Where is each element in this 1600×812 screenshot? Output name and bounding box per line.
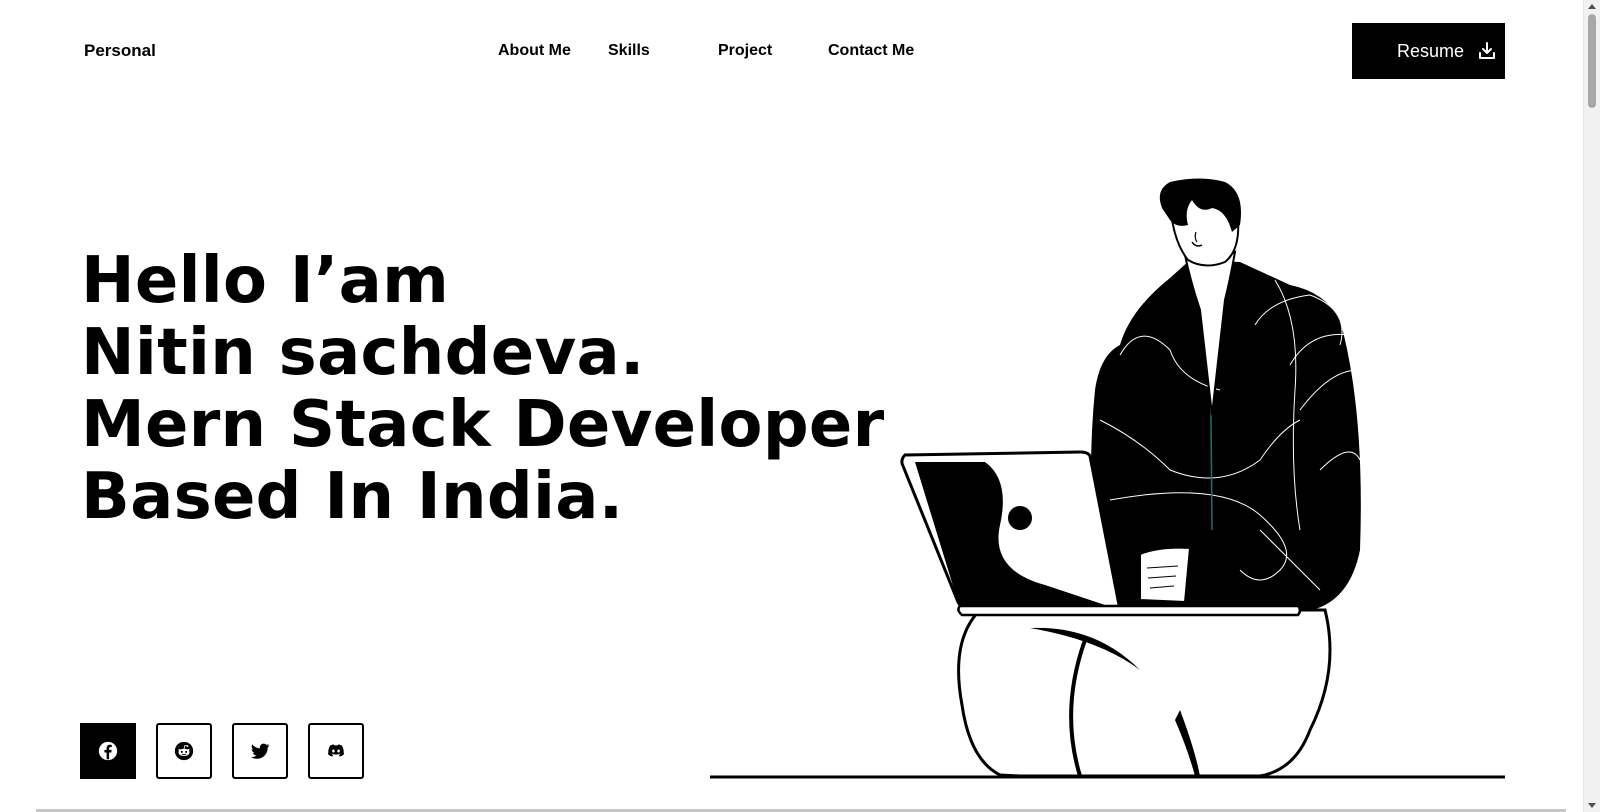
legs — [957, 608, 1332, 778]
laptop-logo-icon — [1008, 506, 1032, 530]
laptop-base — [957, 604, 1302, 617]
nav-link-about-me[interactable]: About Me — [498, 40, 571, 62]
brand-logo[interactable]: Personal — [84, 40, 156, 62]
discord-icon — [328, 744, 344, 757]
facebook-button[interactable] — [80, 723, 136, 779]
resume-label: Resume — [1397, 40, 1465, 61]
resume-button[interactable]: Resume — [1352, 23, 1505, 79]
scroll-up-arrow-icon[interactable] — [1588, 4, 1596, 9]
scroll-down-arrow-icon[interactable] — [1588, 803, 1596, 808]
download-icon — [1479, 42, 1495, 59]
nav-link-skills[interactable]: Skills — [608, 40, 650, 62]
nav-link-contact-me[interactable]: Contact Me — [828, 40, 914, 62]
twitter-button[interactable] — [232, 723, 288, 779]
discord-button[interactable] — [308, 723, 364, 779]
facebook-icon — [98, 741, 118, 761]
nav-link-project[interactable]: Project — [718, 40, 772, 62]
developer-illustration — [710, 178, 1505, 779]
reddit-icon — [174, 741, 194, 761]
twitter-icon — [250, 743, 270, 759]
reddit-button[interactable] — [156, 723, 212, 779]
hand — [1139, 546, 1192, 604]
torso — [1091, 260, 1361, 610]
vertical-scrollbar[interactable] — [1583, 0, 1600, 812]
page: Personal About Me Skills Project Contact… — [0, 0, 1583, 812]
scroll-thumb[interactable] — [1588, 14, 1596, 108]
